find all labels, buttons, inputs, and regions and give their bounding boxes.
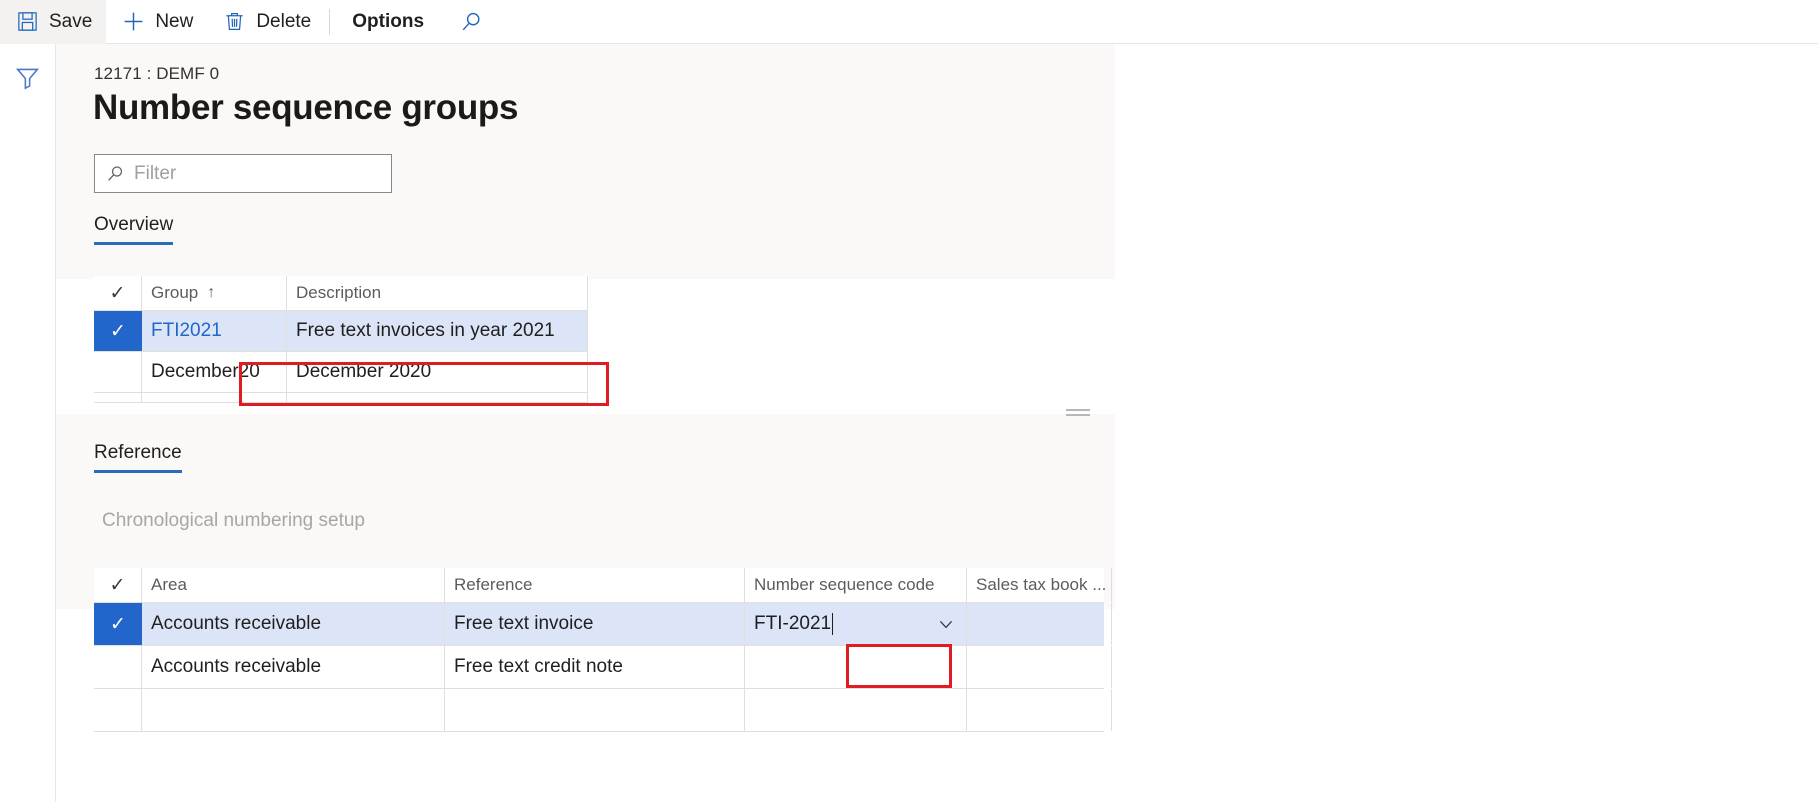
splitter-line: [1066, 409, 1090, 411]
cell-sales-tax-book[interactable]: [967, 603, 1112, 645]
cell-group[interactable]: [142, 393, 287, 402]
cell-description[interactable]: December 2020: [287, 352, 588, 392]
row-select-checkbox[interactable]: [94, 393, 142, 402]
column-header-number-sequence-code[interactable]: Number sequence code: [745, 568, 967, 602]
cell-group[interactable]: FTI2021: [142, 311, 287, 351]
search-button[interactable]: [442, 0, 509, 44]
column-header-reference[interactable]: Reference: [445, 568, 745, 602]
cell-reference[interactable]: Free text invoice: [445, 603, 745, 645]
cell-sales-tax-book[interactable]: [967, 689, 1112, 731]
cell-area[interactable]: Accounts receivable: [142, 603, 445, 645]
number-sequence-code-combobox[interactable]: FTI-2021: [745, 603, 967, 645]
column-header-description[interactable]: Description: [287, 276, 588, 310]
search-icon: [458, 9, 484, 35]
table-row[interactable]: December20 December 2020: [94, 352, 588, 393]
content-area: 12171 : DEMF 0 Number sequence groups Fi…: [56, 44, 1818, 802]
number-sequence-code-value: FTI-2021: [754, 613, 831, 635]
cell-reference[interactable]: Free text credit note: [445, 646, 745, 688]
tab-reference-label: Reference: [94, 442, 182, 463]
table-row[interactable]: [94, 689, 1104, 732]
column-header-area[interactable]: Area: [142, 568, 445, 602]
check-icon: ✓: [110, 322, 126, 341]
reference-grid: ✓ Area Reference Number sequence code Sa…: [94, 568, 1104, 732]
trash-icon: [221, 9, 247, 35]
breadcrumb: 12171 : DEMF 0: [94, 64, 219, 84]
filter-funnel-icon[interactable]: [12, 62, 42, 92]
row-select-checkbox[interactable]: [94, 689, 142, 731]
check-icon: ✓: [110, 284, 126, 303]
options-button[interactable]: Options: [334, 0, 442, 44]
table-row[interactable]: ✓ FTI2021 Free text invoices in year 202…: [94, 311, 588, 352]
action-bar: Save New Delet: [0, 0, 1818, 44]
reference-grid-header: ✓ Area Reference Number sequence code Sa…: [94, 568, 1104, 603]
search-icon: [105, 164, 125, 184]
delete-button[interactable]: Delete: [207, 0, 325, 44]
page-title: Number sequence groups: [93, 88, 518, 128]
chevron-down-icon[interactable]: [937, 615, 955, 633]
select-all-column-header[interactable]: ✓: [94, 568, 142, 602]
panel-splitter-handle[interactable]: [1066, 407, 1090, 417]
row-select-checkbox[interactable]: [94, 352, 142, 392]
column-header-group-label: Group: [151, 283, 198, 303]
cell-group[interactable]: December20: [142, 352, 287, 392]
column-header-group[interactable]: Group ↑: [142, 276, 287, 310]
cell-description[interactable]: [287, 393, 588, 402]
save-disk-icon: [14, 9, 40, 35]
select-all-column-header[interactable]: ✓: [94, 276, 142, 310]
tab-overview-label: Overview: [94, 214, 173, 235]
column-header-description-label: Description: [296, 283, 381, 303]
delete-label: Delete: [256, 11, 311, 33]
tab-overview[interactable]: Overview: [94, 214, 173, 245]
splitter-line: [1066, 414, 1090, 416]
overview-grid-header: ✓ Group ↑ Description: [94, 276, 588, 311]
cell-number-sequence-code[interactable]: [745, 689, 967, 731]
plus-icon: [120, 9, 146, 35]
overview-grid: ✓ Group ↑ Description ✓ FTI2021 Free tex…: [94, 276, 588, 403]
cell-area[interactable]: Accounts receivable: [142, 646, 445, 688]
toolbar-divider: [329, 9, 330, 35]
filter-placeholder: Filter: [134, 163, 176, 185]
row-select-checkbox[interactable]: ✓: [94, 603, 142, 645]
cell-description[interactable]: Free text invoices in year 2021: [287, 311, 588, 351]
table-row[interactable]: ✓ Accounts receivable Free text invoice …: [94, 603, 1104, 646]
save-label: Save: [49, 11, 92, 33]
options-label: Options: [352, 11, 424, 33]
app-window: Save New Delet: [0, 0, 1818, 802]
save-button[interactable]: Save: [0, 0, 106, 44]
cell-number-sequence-code[interactable]: [745, 646, 967, 688]
column-header-sales-tax-book[interactable]: Sales tax book ...: [967, 568, 1112, 602]
left-rail: [0, 44, 56, 802]
tab-reference[interactable]: Reference: [94, 442, 182, 473]
text-caret: [832, 613, 833, 635]
table-row-partial[interactable]: [94, 393, 588, 403]
sort-ascending-icon: ↑: [207, 284, 215, 302]
check-icon: ✓: [110, 576, 126, 595]
cell-area[interactable]: [142, 689, 445, 731]
chronological-numbering-setup-caption: Chronological numbering setup: [102, 510, 365, 532]
new-label: New: [155, 11, 193, 33]
cell-reference[interactable]: [445, 689, 745, 731]
check-icon: ✓: [110, 615, 126, 634]
row-select-checkbox[interactable]: ✓: [94, 311, 142, 351]
filter-input[interactable]: Filter: [94, 154, 392, 193]
cell-sales-tax-book[interactable]: [967, 646, 1112, 688]
new-button[interactable]: New: [106, 0, 207, 44]
row-select-checkbox[interactable]: [94, 646, 142, 688]
table-row[interactable]: Accounts receivable Free text credit not…: [94, 646, 1104, 689]
